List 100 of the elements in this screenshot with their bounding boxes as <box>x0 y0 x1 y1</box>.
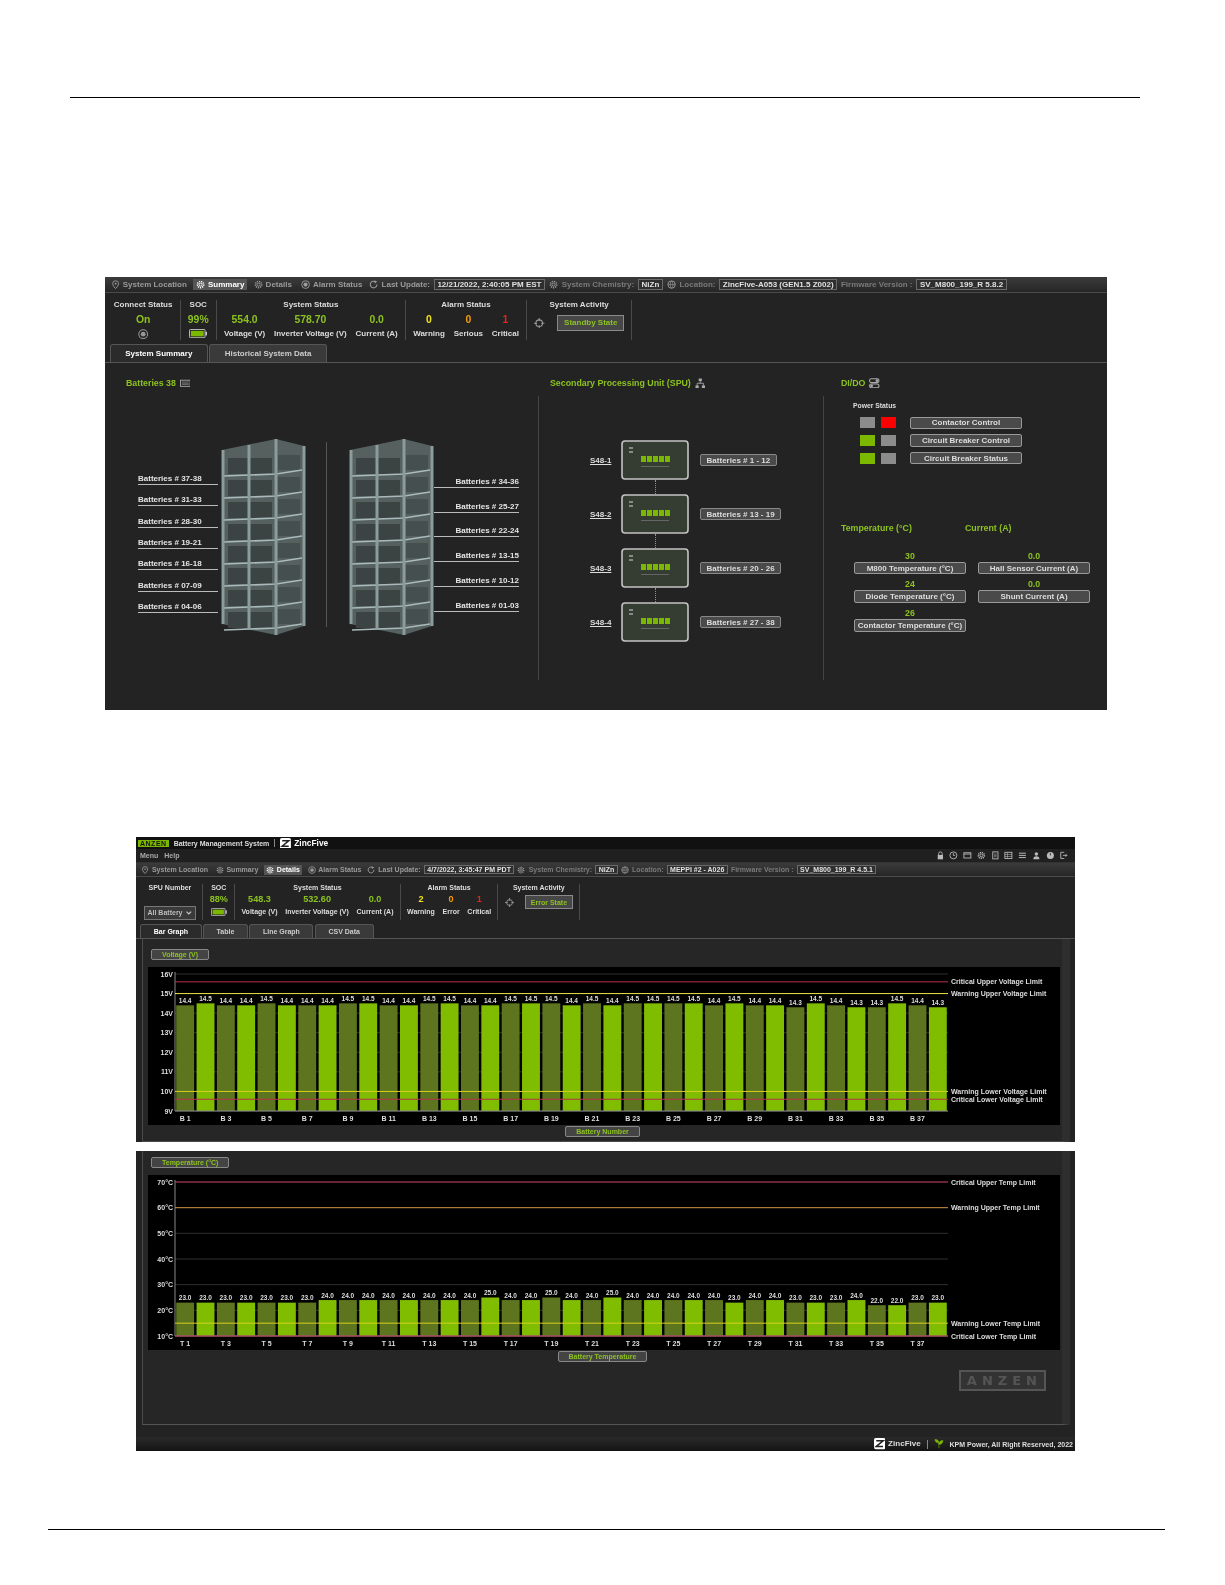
nav-tab[interactable]: System Location <box>108 278 190 291</box>
bar <box>237 1302 256 1336</box>
lock-icon[interactable] <box>935 851 945 860</box>
section-title: DI/DO <box>841 377 866 388</box>
bar <box>908 1302 927 1336</box>
sensor-value: 0.0 <box>1027 550 1041 561</box>
bar <box>379 1300 398 1336</box>
field-label: System Chemistry: <box>561 280 635 290</box>
soc-value: 99% <box>187 313 209 325</box>
bar <box>786 1302 805 1336</box>
sensor-button[interactable]: Hall Sensor Current (A) <box>978 561 1090 575</box>
bar <box>501 1300 520 1336</box>
battery-icon <box>210 908 227 917</box>
rack-label: Batteries # 19-21 <box>138 536 218 549</box>
bar <box>684 1300 703 1336</box>
rack-label: Batteries # 37-38 <box>138 473 218 486</box>
battery-range-button[interactable]: Batteries # 13 - 19 <box>700 507 782 521</box>
bar <box>216 1302 235 1336</box>
soc-value: 88% <box>209 894 228 905</box>
disc-icon <box>307 865 316 874</box>
nav-tab[interactable]: Alarm Status <box>298 278 366 291</box>
clock-icon[interactable] <box>949 851 958 860</box>
spu-device-drawing <box>621 440 689 481</box>
battery-range-button[interactable]: Batteries # 27 - 38 <box>700 615 782 629</box>
bar <box>318 1300 337 1336</box>
bar <box>766 1300 785 1336</box>
control-button[interactable]: Contactor Control <box>910 416 1022 430</box>
power-icon[interactable] <box>1045 851 1055 860</box>
rack-label: Batteries # 31-33 <box>138 494 218 507</box>
gear-icon <box>517 865 526 874</box>
network-icon <box>694 377 706 389</box>
status-title: Alarm Status <box>441 300 491 310</box>
crosshair-icon <box>534 317 545 329</box>
spu-device-drawing <box>621 548 689 589</box>
reading-value: 0.0 <box>368 894 382 905</box>
battery-range-button[interactable]: Batteries # 20 - 26 <box>700 561 782 575</box>
sensor-button[interactable]: Contactor Temperature (°C) <box>854 619 966 632</box>
reading-label: Critical <box>491 329 519 339</box>
user-icon[interactable] <box>1031 851 1041 860</box>
nav-tab[interactable]: Details <box>250 278 295 291</box>
rack-label: Batteries # 04-06 <box>138 600 218 613</box>
battery-range-button[interactable]: Batteries # 1 - 12 <box>700 453 777 467</box>
reading-label: Current (A) <box>355 329 398 339</box>
bar <box>644 1300 662 1336</box>
bar <box>196 1302 215 1336</box>
activity-state-button[interactable]: Standby State <box>557 314 624 332</box>
leaf-icon <box>933 1439 944 1449</box>
bar <box>440 1300 459 1336</box>
sensor-value: 30 <box>905 550 915 561</box>
sensor-value: 24 <box>905 579 915 590</box>
bar <box>623 1300 642 1336</box>
spu-device-drawing <box>621 494 689 535</box>
reading-label: Inverter Voltage (V) <box>274 329 347 339</box>
control-button[interactable]: Circuit Breaker Status <box>910 451 1022 465</box>
bar <box>603 1297 622 1336</box>
bar <box>481 1297 500 1336</box>
section-title: Batteries 38 <box>126 377 176 388</box>
spu-link[interactable]: S48-4 <box>590 617 621 627</box>
document-icon[interactable] <box>990 851 1000 860</box>
brand-name: ZincFive <box>888 1439 921 1449</box>
exit-icon[interactable] <box>1059 851 1068 860</box>
location-pin-icon <box>110 280 120 290</box>
section-title: Temperature (°C) <box>841 522 913 533</box>
window-icon[interactable] <box>963 851 972 860</box>
sensor-button[interactable]: Diode Temperature (°C) <box>854 590 966 604</box>
list-icon[interactable] <box>1018 851 1027 860</box>
reading-label: Warning <box>413 329 445 339</box>
status-title: SOC <box>189 300 207 310</box>
tab[interactable]: Historical System Data <box>209 344 327 362</box>
disc-icon <box>301 280 311 290</box>
alarm-count: 1 <box>502 313 509 325</box>
caret-icon <box>184 908 193 917</box>
rack-label: Batteries # 13-15 <box>434 550 519 563</box>
nav-tab[interactable]: Summary <box>193 278 248 291</box>
rack-label: Batteries # 25-27 <box>434 500 519 513</box>
reading-value: 0.0 <box>369 313 384 325</box>
control-button[interactable]: Circuit Breaker Control <box>910 434 1022 447</box>
location-pin-icon <box>141 865 150 874</box>
alarm-count: 1 <box>476 894 482 905</box>
status-title: System Activity <box>549 300 609 310</box>
toggle-icon <box>869 377 880 389</box>
spu-link[interactable]: S48-2 <box>590 509 621 519</box>
crosshair-icon <box>504 897 514 907</box>
sensor-button[interactable]: Shunt Current (A) <box>978 590 1090 604</box>
bar <box>725 1302 744 1336</box>
spu-link[interactable]: S48-3 <box>590 563 621 573</box>
field-label: Firmware Version : <box>840 280 913 290</box>
tab[interactable]: System Summary <box>109 344 208 362</box>
battery-module-icon <box>179 377 191 389</box>
rack-label: Batteries # 34-36 <box>434 476 519 489</box>
field-value: SV_M800_199_R 5.8.2 <box>916 278 1007 291</box>
spu-link[interactable]: S48-1 <box>590 455 621 465</box>
disc-icon <box>137 329 149 340</box>
gear-icon[interactable] <box>976 851 986 860</box>
table-icon[interactable] <box>1004 851 1013 860</box>
section-title: Secondary Processing Unit (SPU) <box>550 377 691 388</box>
battery-icon <box>189 329 208 339</box>
section-title: Current (A) <box>965 522 1013 533</box>
field-value: ZincFive-A053 (GEN1.5 Z002) <box>719 278 838 291</box>
sensor-button[interactable]: M800 Temperature (°C) <box>854 561 966 575</box>
